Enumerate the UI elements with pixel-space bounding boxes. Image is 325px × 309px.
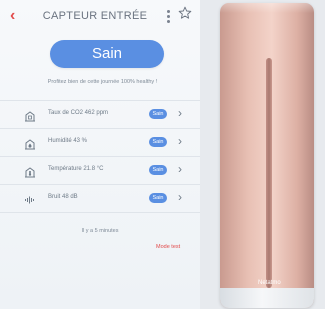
list-item-temperature[interactable]: Température 21.8 °C Sain › (0, 156, 200, 184)
air-sensor-device-image: Netatmo (220, 3, 314, 308)
more-vertical-icon[interactable] (167, 10, 171, 23)
chevron-right-icon: › (178, 134, 182, 148)
thermometer-icon (24, 165, 36, 178)
chevron-right-icon: › (178, 106, 182, 120)
mode-test-link[interactable]: Mode test (156, 244, 180, 250)
status-tagline: Profitez bien de cette journée 100% heal… (47, 79, 158, 85)
status-badge: Sain (149, 137, 167, 147)
status-badge: Sain (149, 165, 167, 175)
chevron-right-icon: › (178, 190, 182, 204)
co2-icon (24, 109, 36, 122)
device-base (220, 288, 314, 308)
list-item-co2[interactable]: Taux de CO2 462 ppm Sain › (0, 100, 200, 128)
measurement-label: Humidité 43 % (48, 138, 88, 144)
device-light-slot (266, 58, 272, 288)
measurement-label: Bruit 48 dB (48, 194, 78, 200)
measurement-label: Température 21.8 °C (48, 166, 104, 172)
status-badge: Sain (149, 109, 167, 119)
app-screen: ‹ CAPTEUR ENTRÉE Sain Profitez bien de c… (0, 0, 200, 309)
brand-label: Netatmo (258, 280, 281, 286)
page-title: CAPTEUR ENTRÉE (42, 10, 148, 22)
list-item-noise[interactable]: Bruit 48 dB Sain › (0, 184, 200, 213)
back-icon[interactable]: ‹ (10, 8, 15, 24)
measurement-list: Taux de CO2 462 ppm Sain › Humidité 43 %… (0, 100, 200, 213)
star-outline-icon[interactable] (178, 6, 192, 25)
top-bar: ‹ CAPTEUR ENTRÉE (0, 0, 200, 30)
status-badge: Sain (149, 193, 167, 203)
list-item-humidity[interactable]: Humidité 43 % Sain › (0, 128, 200, 156)
device-highlight (220, 3, 314, 13)
humidity-icon (24, 137, 36, 150)
last-updated: Il y a 5 minutes (81, 228, 119, 234)
status-badge: Sain (50, 40, 164, 68)
measurement-label: Taux de CO2 462 ppm (48, 110, 109, 116)
noise-icon (24, 193, 36, 205)
chevron-right-icon: › (178, 162, 182, 176)
